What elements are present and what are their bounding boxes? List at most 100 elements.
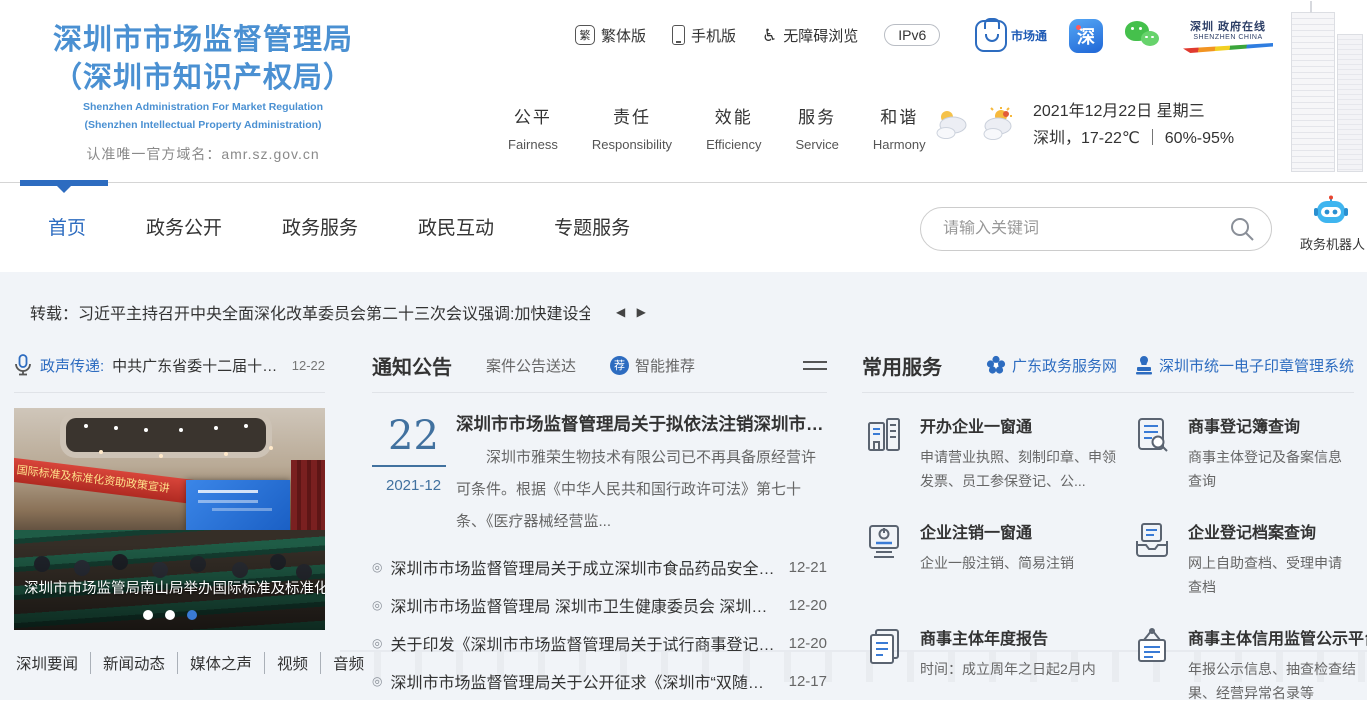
voice-transfer-title[interactable]: 中共广东省委十二届十五... (112, 355, 284, 376)
voice-transfer-label[interactable]: 政声传递: (40, 355, 104, 376)
case-announcement-link[interactable]: 案件公告送达 (486, 355, 576, 376)
service-credit-platform[interactable]: 商事主体信用监管公示平台 年报公示信息、抽查检查结果、经营异常名录等 (1130, 625, 1354, 705)
official-domain-note: 认准唯一官方域名：amr.sz.gov.cn (28, 144, 378, 164)
cloudy-icon (933, 107, 975, 143)
news-category-tabs: 深圳要闻 新闻动态 媒体之声 视频 音频 (14, 652, 325, 674)
news-carousel[interactable]: 国际标准及标准化资助政策宣讲 深圳市市场监管局南山局举办国际标准及标准化资... (14, 408, 325, 630)
voice-transfer-row: 政声传递: 中共广东省委十二届十五... 12-22 (14, 350, 325, 380)
left-column: 政声传递: 中共广东省委十二届十五... 12-22 国际标准及标准化资助政策宣… (14, 350, 325, 674)
nav-item-gov-services[interactable]: 政务服务 (282, 213, 358, 240)
divider (14, 392, 325, 393)
featured-title[interactable]: 深圳市市场监督管理局关于拟依法注销深圳市雅... (456, 411, 827, 436)
featured-summary[interactable]: 深圳市雅荣生物技术有限公司已不再具备原经营许可条件。根据《中华人民共和国行政许可… (456, 442, 827, 538)
utility-links: 繁 繁体版 手机版 ♿ 无障碍浏览 IPv6 (575, 24, 940, 46)
traditional-label: 繁体版 (601, 25, 646, 46)
main-content: 转载：习近平主持召开中央全面深化改革委员会第二十三次会议强调:加快建设全国统一大… (0, 272, 1367, 700)
mobile-label: 手机版 (691, 25, 736, 46)
building-photo (1265, 0, 1365, 172)
service-registry-query[interactable]: 商事登记簿查询 商事主体登记及备案信息查询 (1130, 413, 1354, 493)
market-app-icon (975, 20, 1007, 52)
smart-recommend-label: 智能推荐 (635, 355, 695, 376)
i-shenzhen-app-icon[interactable]: 深 (1069, 19, 1103, 53)
tab-media-voice[interactable]: 媒体之声 (178, 652, 265, 674)
value-service: 服务 Service (795, 103, 838, 152)
smart-recommend-link[interactable]: 荐 智能推荐 (610, 355, 695, 376)
site-title-line1: 深圳市市场监督管理局 (28, 22, 378, 60)
voice-transfer-date: 12-22 (292, 358, 325, 373)
service-deregistration[interactable]: 企业注销一窗通 企业一般注销、简易注销 (862, 519, 1130, 599)
archive-tray-icon (1130, 519, 1174, 563)
recommend-badge-icon: 荐 (610, 356, 629, 375)
ticker-arrows[interactable]: ◀ ▶ (616, 305, 650, 319)
accessibility-link[interactable]: ♿ 无障碍浏览 (762, 25, 858, 46)
notice-row[interactable]: ◎ 关于印发《深圳市市场监督管理局关于试行商事登记确认... 12-20 (372, 624, 827, 662)
nav-item-gov-disclosure[interactable]: 政务公开 (146, 213, 222, 240)
seal-stamp-icon (1135, 355, 1153, 375)
tab-video[interactable]: 视频 (265, 652, 321, 674)
shenzhen-gov-logo[interactable]: 深圳 政府在线 SHENZHEN CHINA (1183, 18, 1273, 53)
wechat-icon[interactable] (1125, 21, 1161, 51)
active-tab-indicator (20, 180, 108, 186)
weather-text: 2021年12月22日 星期三 深圳，17-22℃ ｜ 60%-95% (1033, 98, 1234, 152)
nav-item-interaction[interactable]: 政民互动 (418, 213, 494, 240)
notices-header: 通知公告 案件公告送达 荐 智能推荐 (372, 350, 827, 380)
gov-robot-entry[interactable]: 政务机器人 (1300, 195, 1362, 253)
featured-day: 22 (372, 413, 456, 459)
featured-month: 2021-12 (372, 477, 456, 494)
carousel-caption[interactable]: 深圳市市场监管局南山局举办国际标准及标准化资... (14, 577, 325, 598)
monitor-power-icon (862, 519, 906, 563)
notice-row[interactable]: ◎ 深圳市市场监督管理局 深圳市卫生健康委员会 深圳市医... 12-20 (372, 586, 827, 624)
annual-report-icon (862, 625, 906, 669)
e-seal-system-link[interactable]: 深圳市统一电子印章管理系统 (1135, 355, 1354, 376)
bullet-icon: ◎ (372, 598, 382, 612)
tab-news-updates[interactable]: 新闻动态 (91, 652, 178, 674)
notice-row[interactable]: ◎ 深圳市市场监督管理局关于公开征求《深圳市“双随机、... 12-17 (372, 662, 827, 700)
service-annual-report[interactable]: 商事主体年度报告 时间：成立周年之日起2月内 (862, 625, 1130, 705)
market-app-link[interactable]: 市场通 (975, 20, 1047, 52)
search-icon[interactable] (1229, 216, 1255, 242)
rainbow-swoosh (1183, 43, 1273, 53)
notice-row[interactable]: ◎ 深圳市市场监督管理局关于成立深圳市食品药品安全咨询... 12-21 (372, 548, 827, 586)
site-header: 深圳市市场监督管理局 （深圳市知识产权局） Shenzhen Administr… (0, 0, 1367, 182)
nav-item-special-services[interactable]: 专题服务 (554, 213, 630, 240)
carousel-dot-2[interactable] (165, 610, 175, 620)
notices-column: 通知公告 案件公告送达 荐 智能推荐 22 2021-12 深圳市市场监督管理局… (372, 350, 827, 700)
carousel-dot-3[interactable] (187, 610, 197, 620)
site-subtitle-en1: Shenzhen Administration For Market Regul… (28, 101, 378, 114)
nav-items: 首页 政务公开 政务服务 政民互动 专题服务 (48, 213, 630, 240)
projector-screen (186, 480, 290, 532)
robot-label: 政务机器人 (1300, 234, 1362, 253)
weather-widget: 2021年12月22日 星期三 深圳，17-22℃ ｜ 60%-95% (933, 98, 1234, 152)
search-input[interactable] (943, 220, 1229, 238)
service-open-business[interactable]: 开办企业一窗通 申请营业执照、刻制印章、申领发票、员工参保登记、公... (862, 413, 1130, 493)
nav-item-home[interactable]: 首页 (48, 213, 86, 240)
more-menu-icon[interactable] (803, 356, 827, 375)
ticker-headline[interactable]: 转载：习近平主持召开中央全面深化改革委员会第二十三次会议强调:加快建设全国统一大… (30, 300, 590, 324)
guangdong-gov-service-link[interactable]: 广东政务服务网 (986, 355, 1117, 376)
news-ticker: 转载：习近平主持召开中央全面深化改革委员会第二十三次会议强调:加快建设全国统一大… (30, 300, 650, 324)
services-column: 常用服务 广东政务服务网 深圳市统一电子印章管理 (862, 350, 1354, 705)
value-harmony: 和谐 Harmony (873, 103, 926, 152)
robot-icon (1312, 195, 1350, 227)
value-fairness: 公平 Fairness (508, 103, 558, 152)
ipv6-badge[interactable]: IPv6 (884, 24, 940, 46)
tab-shenzhen-news[interactable]: 深圳要闻 (14, 652, 91, 674)
search-box[interactable] (920, 207, 1272, 251)
public-notice-sign-icon (1130, 625, 1174, 669)
tab-audio[interactable]: 音频 (321, 652, 376, 674)
site-logo[interactable]: 深圳市市场监督管理局 （深圳市知识产权局） Shenzhen Administr… (28, 22, 378, 164)
accessibility-label: 无障碍浏览 (783, 25, 858, 46)
service-archive-query[interactable]: 企业登记档案查询 网上自助查档、受理申请查档 (1130, 519, 1354, 599)
main-navbar: 首页 政务公开 政务服务 政民互动 专题服务 政务机器人 (0, 182, 1367, 272)
enterprise-building-icon (862, 413, 906, 457)
phone-icon (672, 25, 685, 45)
core-values: 公平 Fairness 责任 Responsibility 效能 Efficie… (508, 103, 926, 152)
accessibility-icon: ♿ (762, 27, 777, 44)
featured-notice: 22 2021-12 深圳市市场监督管理局关于拟依法注销深圳市雅... 深圳市雅… (372, 411, 827, 538)
traditional-chinese-link[interactable]: 繁 繁体版 (575, 25, 646, 46)
mobile-version-link[interactable]: 手机版 (672, 25, 736, 46)
divider (862, 392, 1354, 393)
carousel-dot-1[interactable] (143, 610, 153, 620)
weather-info: 深圳，17-22℃ ｜ 60%-95% (1033, 125, 1234, 152)
app-links: 市场通 深 深圳 政府在线 SHENZHEN CHINA (975, 18, 1273, 53)
